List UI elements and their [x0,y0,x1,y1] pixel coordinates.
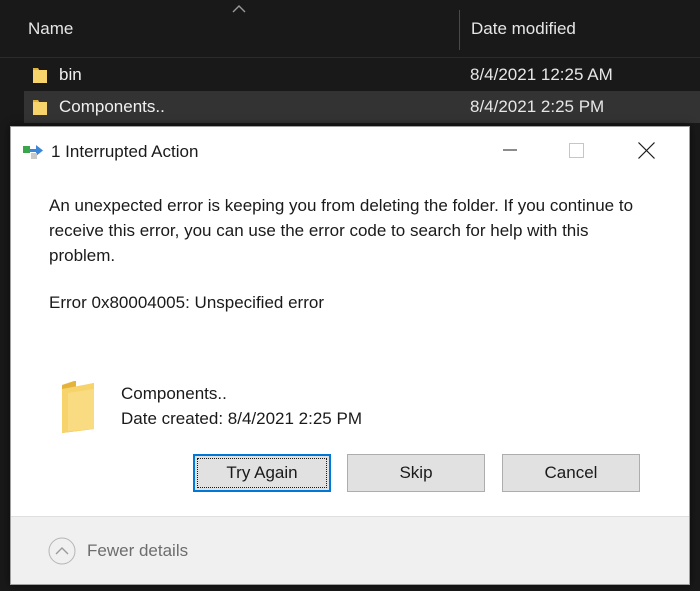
dialog-titlebar[interactable]: 1 Interrupted Action [11,127,689,175]
error-message: An unexpected error is keeping you from … [49,196,634,265]
error-code-text: Error 0x80004005: Unspecified error [49,293,324,312]
maximize-icon [568,142,584,158]
cancel-label: Cancel [544,463,598,482]
file-row-selected[interactable]: Components.. 8/4/2021 2:25 PM [24,91,700,123]
file-name: Components.. [59,97,165,116]
close-icon [637,141,655,159]
interrupted-action-dialog: 1 Interrupted Action An unexpected error… [10,126,690,585]
column-divider[interactable] [459,10,460,50]
folder-icon [33,100,47,115]
file-date-modified: 8/4/2021 2:25 PM [470,97,605,116]
skip-label: Skip [399,463,433,482]
try-again-button[interactable]: Try Again [193,454,331,492]
maximize-button [541,127,611,173]
focus-rectangle [197,458,327,488]
folder-icon [33,68,47,83]
minimize-button[interactable] [475,127,545,173]
file-date-modified: 8/4/2021 12:25 AM [470,65,613,84]
minimize-icon [503,149,517,151]
chevron-up-circle-icon [48,537,76,565]
fewer-details-toggle[interactable]: Fewer details [48,537,188,565]
dialog-title: 1 Interrupted Action [51,142,199,161]
column-header-date-modified[interactable]: Date modified [471,19,576,39]
cancel-button[interactable]: Cancel [502,454,640,492]
column-header-bar: Name Date modified [0,0,700,58]
item-name: Components.. [121,384,227,403]
folder-icon [62,381,94,433]
file-transfer-icon [23,145,43,159]
file-row[interactable]: bin 8/4/2021 12:25 AM [24,59,700,91]
fewer-details-label: Fewer details [87,541,189,560]
close-button[interactable] [611,127,681,173]
skip-button[interactable]: Skip [347,454,485,492]
dialog-footer: Fewer details [11,516,689,584]
item-date-created: Date created: 8/4/2021 2:25 PM [121,409,362,428]
file-name: bin [59,65,82,84]
sort-ascending-icon [232,5,246,13]
column-header-name[interactable]: Name [28,19,73,39]
